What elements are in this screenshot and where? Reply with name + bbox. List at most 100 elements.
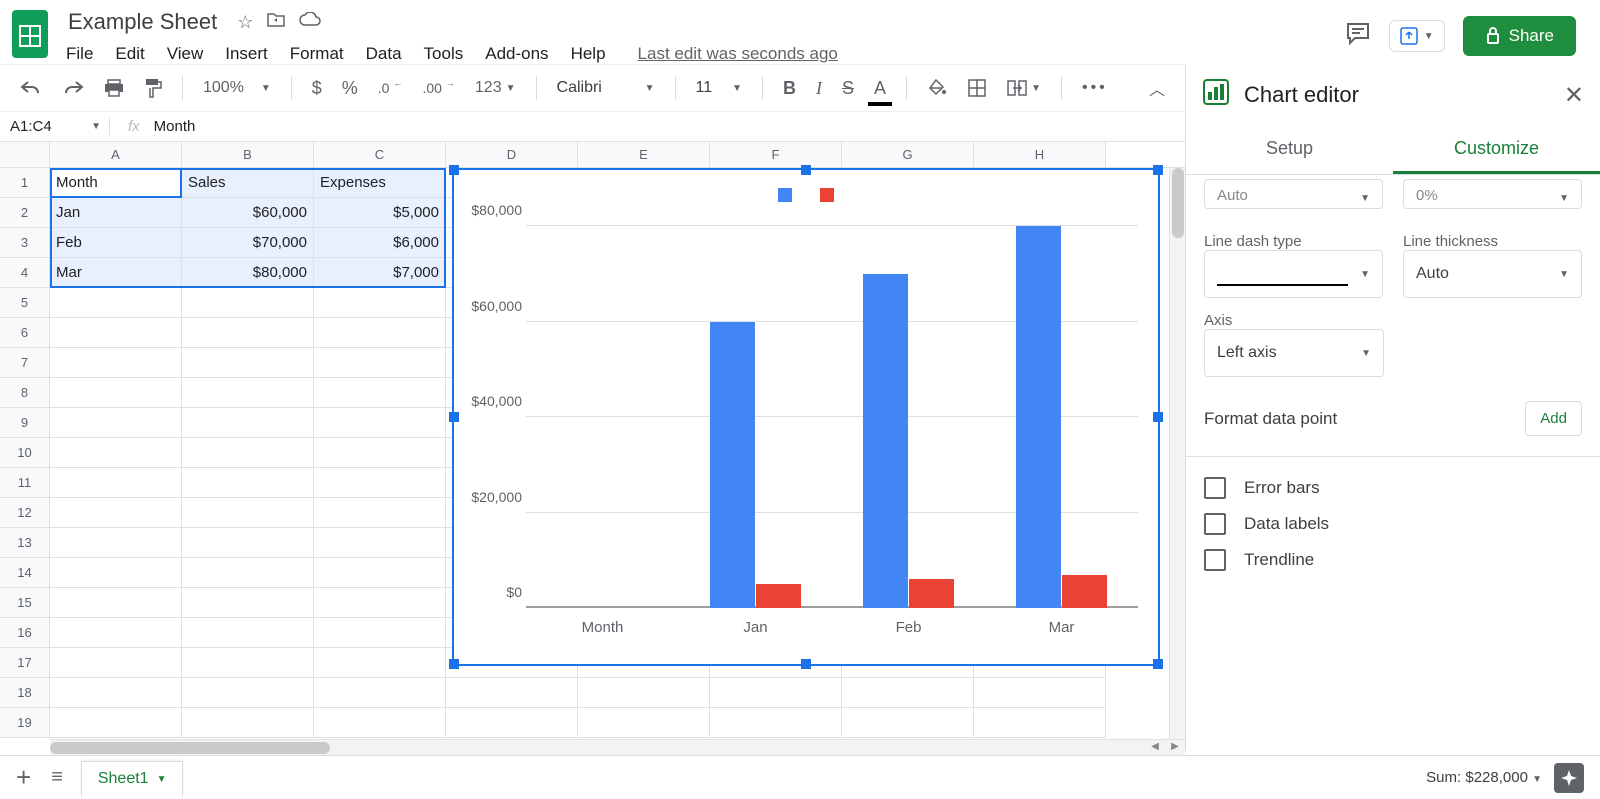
data-labels-checkbox[interactable] xyxy=(1204,513,1226,535)
font-size-select[interactable]: 11▼ xyxy=(690,75,749,101)
collapse-toolbar-button[interactable]: ︿ xyxy=(1143,72,1171,104)
cell[interactable] xyxy=(314,438,446,468)
cell[interactable] xyxy=(314,648,446,678)
cell[interactable] xyxy=(710,708,842,738)
cell[interactable] xyxy=(314,678,446,708)
cell[interactable] xyxy=(50,378,182,408)
menu-addons[interactable]: Add-ons xyxy=(485,44,548,64)
cell[interactable]: Sales xyxy=(182,168,314,198)
cell[interactable]: $7,000 xyxy=(314,258,446,288)
cell[interactable] xyxy=(182,408,314,438)
cell[interactable] xyxy=(182,348,314,378)
cell[interactable] xyxy=(182,648,314,678)
row-header[interactable]: 19 xyxy=(0,708,50,738)
col-header-E[interactable]: E xyxy=(578,142,710,167)
row-header[interactable]: 5 xyxy=(0,288,50,318)
fill-color-button[interactable] xyxy=(921,74,953,102)
cell[interactable] xyxy=(50,648,182,678)
undo-button[interactable] xyxy=(14,76,48,100)
cell[interactable] xyxy=(314,708,446,738)
move-icon[interactable] xyxy=(267,12,285,33)
cell[interactable] xyxy=(182,288,314,318)
close-icon[interactable]: ✕ xyxy=(1564,81,1584,110)
row-header[interactable]: 2 xyxy=(0,198,50,228)
cell[interactable]: $80,000 xyxy=(182,258,314,288)
decrease-decimal-button[interactable]: .0← xyxy=(372,76,409,100)
cell[interactable] xyxy=(314,468,446,498)
cell[interactable] xyxy=(578,678,710,708)
cell[interactable] xyxy=(50,558,182,588)
row-header[interactable]: 14 xyxy=(0,558,50,588)
row-header[interactable]: 8 xyxy=(0,378,50,408)
embedded-chart[interactable]: $0$20,000$40,000$60,000$80,000MonthJanFe… xyxy=(452,168,1160,666)
cell[interactable] xyxy=(50,528,182,558)
cell[interactable]: Jan xyxy=(50,198,182,228)
cell[interactable] xyxy=(50,618,182,648)
font-family-select[interactable]: Calibri▼ xyxy=(551,75,661,101)
zoom-select[interactable]: 100% ▼ xyxy=(197,75,277,101)
borders-button[interactable] xyxy=(961,74,993,102)
bold-button[interactable]: B xyxy=(777,74,802,103)
cell[interactable]: Mar xyxy=(50,258,182,288)
cell[interactable] xyxy=(50,288,182,318)
share-button[interactable]: Share xyxy=(1463,16,1576,56)
cell[interactable] xyxy=(314,618,446,648)
menu-tools[interactable]: Tools xyxy=(424,44,464,64)
cell[interactable]: $60,000 xyxy=(182,198,314,228)
col-header-H[interactable]: H xyxy=(974,142,1106,167)
all-sheets-button[interactable]: ≡ xyxy=(51,766,63,789)
row-header[interactable]: 1 xyxy=(0,168,50,198)
cell[interactable] xyxy=(182,618,314,648)
print-button[interactable] xyxy=(98,75,130,101)
present-button[interactable]: ▼ xyxy=(1389,20,1445,52)
cell[interactable] xyxy=(314,408,446,438)
cell[interactable] xyxy=(314,498,446,528)
row-header[interactable]: 16 xyxy=(0,618,50,648)
cell[interactable] xyxy=(314,558,446,588)
resize-handle[interactable] xyxy=(1153,659,1163,669)
menu-format[interactable]: Format xyxy=(290,44,344,64)
cell[interactable] xyxy=(182,558,314,588)
cell[interactable] xyxy=(50,438,182,468)
cell[interactable] xyxy=(182,588,314,618)
cell[interactable]: Month xyxy=(50,168,182,198)
cell[interactable] xyxy=(50,498,182,528)
star-icon[interactable]: ☆ xyxy=(237,12,253,33)
cell[interactable] xyxy=(578,708,710,738)
cell[interactable] xyxy=(182,498,314,528)
add-button[interactable]: Add xyxy=(1525,401,1582,436)
cell[interactable] xyxy=(182,318,314,348)
cell[interactable] xyxy=(50,408,182,438)
col-header-A[interactable]: A xyxy=(50,142,182,167)
menu-insert[interactable]: Insert xyxy=(225,44,268,64)
cell[interactable] xyxy=(314,348,446,378)
row-header[interactable]: 10 xyxy=(0,438,50,468)
increase-decimal-button[interactable]: .00→ xyxy=(416,76,460,100)
spreadsheet-grid[interactable]: A B C D E F G H 1MonthSalesExpenses2Jan$… xyxy=(0,142,1185,755)
row-header[interactable]: 9 xyxy=(0,408,50,438)
line-dash-select[interactable]: ▼ xyxy=(1204,250,1383,298)
row-header[interactable]: 4 xyxy=(0,258,50,288)
menu-edit[interactable]: Edit xyxy=(115,44,144,64)
cell[interactable] xyxy=(710,678,842,708)
document-title[interactable]: Example Sheet xyxy=(62,9,223,35)
cell[interactable] xyxy=(182,708,314,738)
col-header-D[interactable]: D xyxy=(446,142,578,167)
menu-file[interactable]: File xyxy=(66,44,93,64)
resize-handle[interactable] xyxy=(449,165,459,175)
more-toolbar-button[interactable]: ••• xyxy=(1076,75,1114,101)
cell[interactable] xyxy=(314,588,446,618)
sheet-tab[interactable]: Sheet1▼ xyxy=(81,761,184,796)
cell[interactable] xyxy=(182,468,314,498)
merge-cells-button[interactable]: ▼ xyxy=(1001,74,1047,102)
strikethrough-button[interactable]: S xyxy=(836,74,860,103)
cell[interactable] xyxy=(314,318,446,348)
name-box[interactable]: A1:C4▼ xyxy=(0,118,110,135)
resize-handle[interactable] xyxy=(801,659,811,669)
scroll-left-icon[interactable]: ◀ xyxy=(1145,739,1165,755)
last-edit-link[interactable]: Last edit was seconds ago xyxy=(638,44,838,64)
col-header-C[interactable]: C xyxy=(314,142,446,167)
row-header[interactable]: 15 xyxy=(0,588,50,618)
cut-select-right[interactable]: 0%▼ xyxy=(1403,179,1582,209)
cell[interactable] xyxy=(974,708,1106,738)
